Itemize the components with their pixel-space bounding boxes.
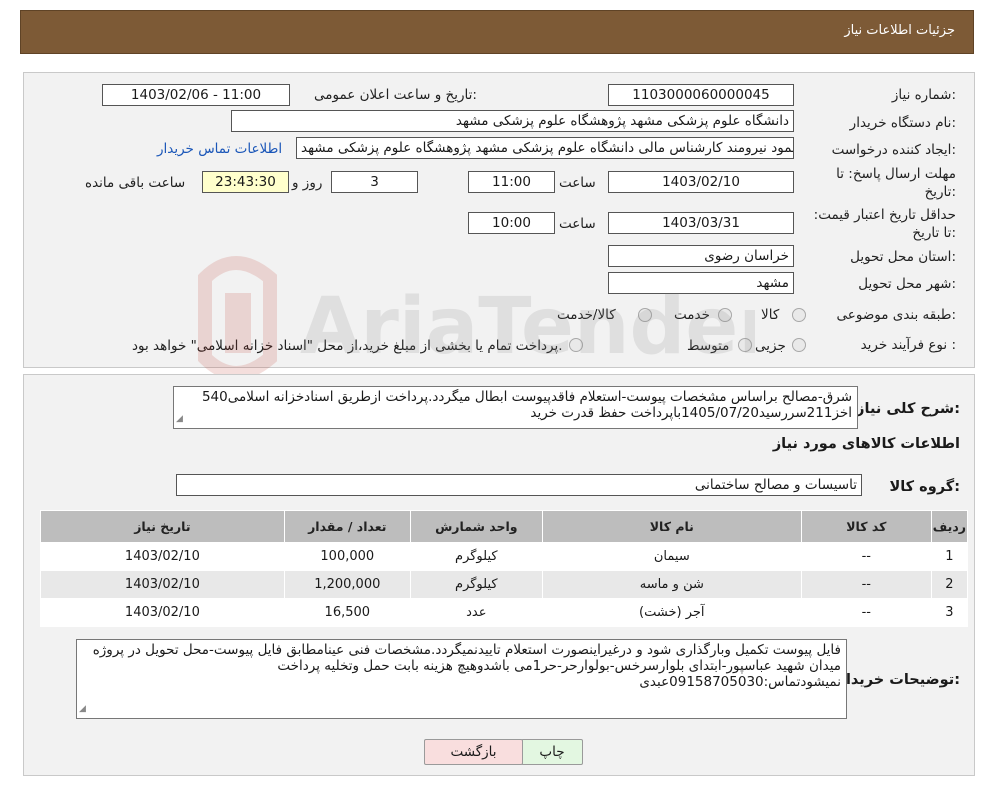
announce-label: تاریخ و ساعت اعلان عمومی: bbox=[314, 87, 477, 103]
table-row: 2 -- شن و ماسه کیلوگرم 1,200,000 1403/02… bbox=[40, 570, 969, 599]
buyer-org-field: دانشگاه علوم پزشکی مشهد پژوهشگاه علوم پز… bbox=[231, 110, 794, 132]
summary-label: شرح کلی نیاز: bbox=[856, 401, 960, 417]
cell-date: 1403/02/10 bbox=[40, 570, 285, 599]
cell-name: آجر (خشت) bbox=[541, 598, 802, 627]
process-option-minor: جزیی bbox=[755, 338, 786, 354]
need-number-field: 1103000060000045 bbox=[608, 84, 794, 106]
goods-table: ردیف کد کالا نام کالا واحد شمارش تعداد /… bbox=[40, 510, 969, 627]
col-unit: واحد شمارش bbox=[409, 510, 543, 543]
goods-info-title: اطلاعات کالاهای مورد نیاز bbox=[772, 436, 960, 452]
treasury-checkbox[interactable] bbox=[569, 338, 583, 352]
city-label: شهر محل تحویل: bbox=[858, 276, 956, 292]
cell-code: -- bbox=[800, 598, 932, 627]
back-button[interactable]: بازگشت bbox=[424, 739, 523, 765]
resize-grip-icon[interactable]: ◢ bbox=[176, 411, 183, 427]
page-title: جزئیات اطلاعات نیاز bbox=[844, 23, 955, 38]
table-row: 1 -- سیمان کیلوگرم 100,000 1403/02/10 bbox=[40, 542, 969, 571]
process-note: پرداخت تمام یا بخشی از مبلغ خرید،از محل … bbox=[132, 338, 563, 354]
cell-qty: 100,000 bbox=[283, 542, 411, 571]
col-name: نام کالا bbox=[541, 510, 802, 543]
requester-label: ایجاد کننده درخواست: bbox=[831, 142, 956, 158]
col-date: تاریخ نیاز bbox=[40, 510, 285, 543]
summary-text: 540شرق-مصالح براساس مشخصات پیوست-استعلام… bbox=[201, 389, 852, 421]
cell-qty: 16,500 bbox=[283, 598, 411, 627]
info-panel: شماره نیاز: 1103000060000045 تاریخ و ساع… bbox=[23, 72, 975, 368]
days-field: 3 bbox=[331, 171, 418, 193]
col-row: ردیف bbox=[930, 510, 969, 543]
buyer-notes-text: فایل پیوست تکمیل وبارگذاری شود و درغیرای… bbox=[92, 642, 841, 690]
buyer-notes-label: توضیحات خریدار: bbox=[837, 672, 960, 688]
cell-unit: کیلوگرم bbox=[409, 542, 543, 571]
cell-code: -- bbox=[800, 570, 932, 599]
cell-row: 2 bbox=[930, 570, 969, 599]
goods-group-label: گروه کالا: bbox=[889, 479, 960, 495]
summary-textarea[interactable]: 540شرق-مصالح براساس مشخصات پیوست-استعلام… bbox=[173, 386, 858, 429]
cell-date: 1403/02/10 bbox=[40, 598, 285, 627]
process-label: نوع فرآیند خرید : bbox=[860, 337, 956, 353]
cell-date: 1403/02/10 bbox=[40, 542, 285, 571]
announce-field: 1403/02/06 - 11:00 bbox=[102, 84, 290, 106]
validity-time-field: 10:00 bbox=[468, 212, 555, 234]
category-radio-service[interactable] bbox=[718, 308, 732, 322]
details-panel: شرح کلی نیاز: 540شرق-مصالح براساس مشخصات… bbox=[23, 374, 975, 776]
remaining-time-field: 23:43:30 bbox=[202, 171, 289, 193]
category-radio-goods[interactable] bbox=[792, 308, 806, 322]
cell-row: 3 bbox=[930, 598, 969, 627]
category-radio-goods-service[interactable] bbox=[638, 308, 652, 322]
print-button[interactable]: چاپ bbox=[521, 739, 583, 765]
city-field: مشهد bbox=[608, 272, 794, 294]
category-label: طبقه بندی موضوعی: bbox=[836, 307, 956, 323]
category-option-goods: کالا bbox=[761, 307, 780, 323]
buyer-org-label: نام دستگاه خریدار: bbox=[849, 115, 956, 131]
requester-field: محمود نیرومند کارشناس مالی دانشگاه علوم … bbox=[296, 137, 794, 159]
validity-date-field: 1403/03/31 bbox=[608, 212, 794, 234]
remaining-label: ساعت باقی مانده bbox=[85, 175, 186, 191]
process-radio-medium[interactable] bbox=[738, 338, 752, 352]
validity-label: حداقل تاریخ اعتبار قیمت: تا تاریخ: bbox=[813, 207, 956, 241]
buyer-contact-link[interactable]: اطلاعات تماس خریدار bbox=[157, 141, 282, 157]
process-option-medium: متوسط bbox=[687, 338, 730, 354]
province-field: خراسان رضوی bbox=[608, 245, 794, 267]
goods-group-field: تاسیسات و مصالح ساختمانی bbox=[176, 474, 862, 496]
col-code: کد کالا bbox=[800, 510, 932, 543]
goods-table-header: ردیف کد کالا نام کالا واحد شمارش تعداد /… bbox=[40, 510, 969, 543]
cell-unit: عدد bbox=[409, 598, 543, 627]
cell-name: سیمان bbox=[541, 542, 802, 571]
deadline-date-field: 1403/02/10 bbox=[608, 171, 794, 193]
province-label: استان محل تحویل: bbox=[850, 249, 956, 265]
cell-row: 1 bbox=[930, 542, 969, 571]
deadline-time-field: 11:00 bbox=[468, 171, 555, 193]
table-row: 3 -- آجر (خشت) عدد 16,500 1403/02/10 bbox=[40, 598, 969, 627]
cell-code: -- bbox=[800, 542, 932, 571]
validity-time-label: ساعت bbox=[559, 216, 596, 232]
col-qty: تعداد / مقدار bbox=[283, 510, 411, 543]
page-header: جزئیات اطلاعات نیاز bbox=[20, 10, 974, 54]
cell-name: شن و ماسه bbox=[541, 570, 802, 599]
buyer-notes-textarea[interactable]: فایل پیوست تکمیل وبارگذاری شود و درغیرای… bbox=[76, 639, 847, 719]
deadline-time-label: ساعت bbox=[559, 175, 596, 191]
need-number-label: شماره نیاز: bbox=[891, 87, 956, 103]
days-label: روز و bbox=[292, 175, 323, 191]
process-radio-minor[interactable] bbox=[792, 338, 806, 352]
deadline-label: مهلت ارسال پاسخ: تا تاریخ: bbox=[836, 166, 956, 200]
cell-unit: کیلوگرم bbox=[409, 570, 543, 599]
category-option-service: خدمت bbox=[674, 307, 710, 323]
category-option-goods-service: کالا/خدمت bbox=[557, 307, 616, 323]
resize-grip-icon[interactable]: ◢ bbox=[79, 701, 86, 717]
cell-qty: 1,200,000 bbox=[283, 570, 411, 599]
